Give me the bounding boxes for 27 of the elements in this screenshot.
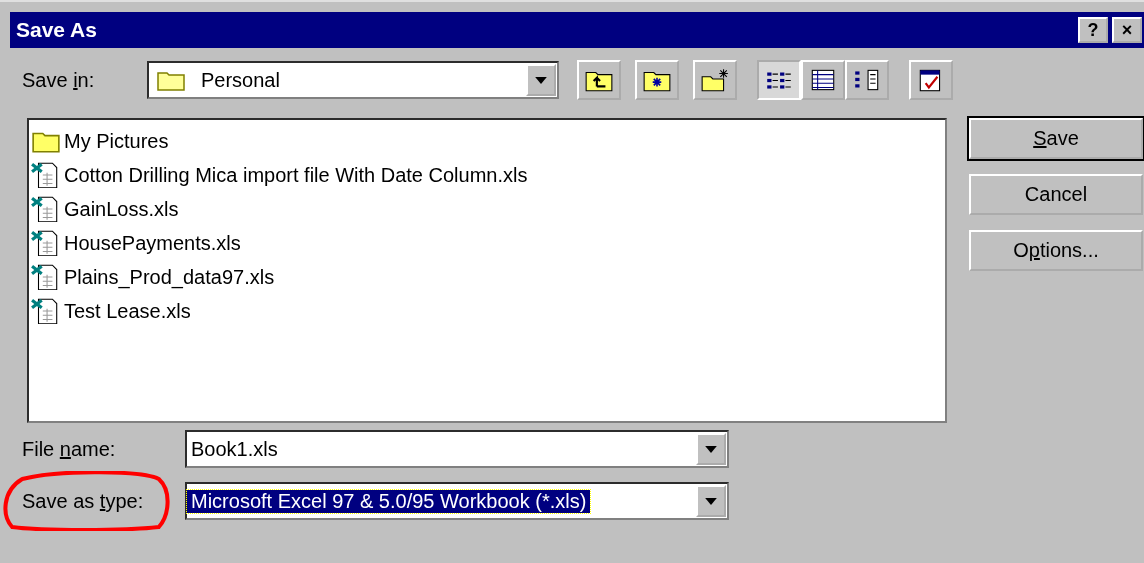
- close-button[interactable]: ×: [1112, 17, 1142, 43]
- file-name[interactable]: GainLoss.xls: [64, 197, 179, 221]
- file-name-label: File name:: [21, 437, 117, 461]
- save-in-dropdown[interactable]: Personal: [147, 61, 559, 99]
- save-in-label: Save in:: [21, 68, 96, 92]
- star-folder-button[interactable]: [635, 60, 679, 100]
- window-title: Save As: [16, 18, 97, 42]
- file-name[interactable]: Plains_Prod_data97.xls: [64, 265, 275, 289]
- up-folder-button[interactable]: [577, 60, 621, 100]
- save-button[interactable]: Save: [969, 118, 1143, 159]
- properties-view-button[interactable]: [845, 60, 889, 100]
- file-name[interactable]: My Pictures: [64, 129, 169, 153]
- cancel-button[interactable]: Cancel: [969, 174, 1143, 215]
- new-folder-button[interactable]: [693, 60, 737, 100]
- details-view-button[interactable]: [801, 60, 845, 100]
- file-name[interactable]: HousePayments.xls: [64, 231, 241, 255]
- save-as-type-label: Save as type:: [21, 489, 145, 513]
- options-button[interactable]: Options...: [969, 230, 1143, 271]
- file-name-field[interactable]: Book1.xls: [185, 430, 729, 468]
- tools-button[interactable]: [909, 60, 953, 100]
- list-view-button[interactable]: [757, 60, 801, 100]
- file-name[interactable]: Test Lease.xls: [64, 299, 191, 323]
- save-as-type-dropdown[interactable]: Microsoft Excel 97 & 5.0/95 Workbook (*.xls): [185, 482, 729, 520]
- new-folder-icon: [700, 67, 730, 93]
- help-button[interactable]: ?: [1078, 17, 1108, 43]
- file-name[interactable]: Cotton Drilling Mica import file With Date Column.xls: [64, 163, 528, 187]
- folder-icon: [157, 69, 185, 91]
